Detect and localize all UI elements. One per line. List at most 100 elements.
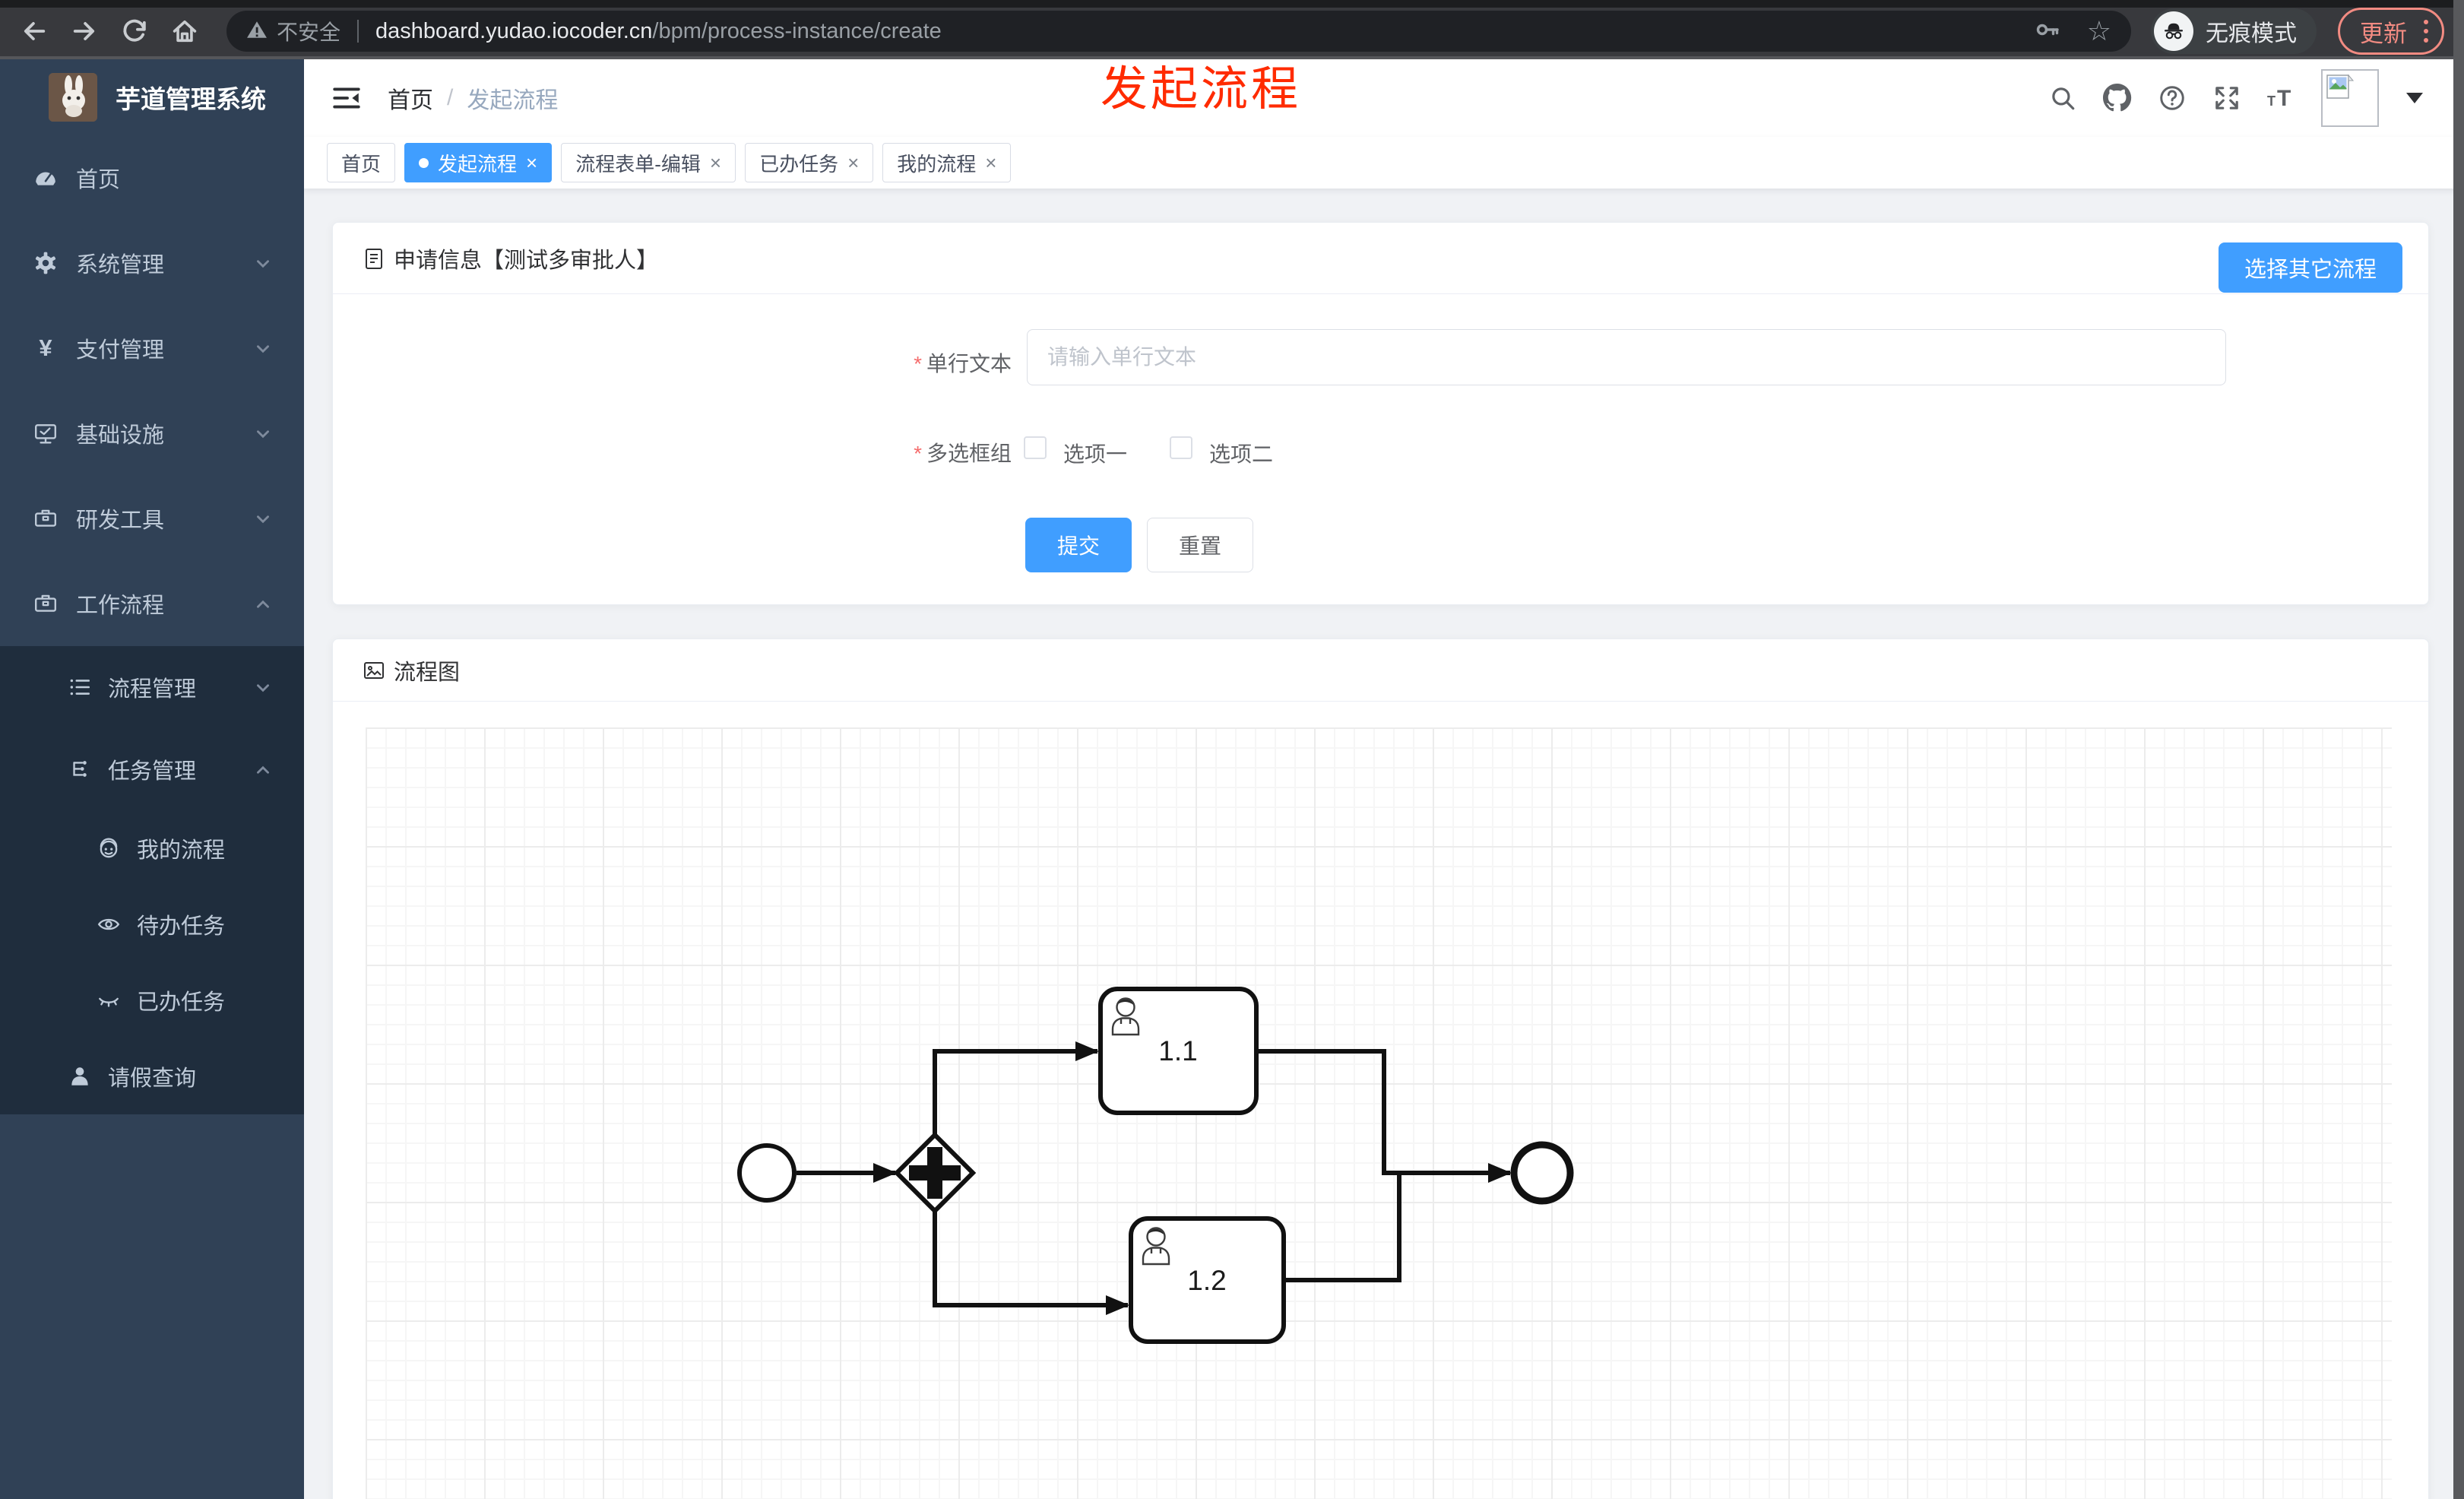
active-dot-icon bbox=[419, 157, 429, 168]
bpmn-canvas[interactable]: 1.1 1.2 bbox=[366, 727, 2392, 1499]
sidebar-item-label: 我的流程 bbox=[137, 838, 226, 863]
tab-label: 流程表单-编辑 bbox=[575, 152, 701, 176]
sidebar-item-todo-tasks[interactable]: 待办任务 bbox=[0, 886, 304, 962]
close-icon[interactable]: × bbox=[526, 153, 537, 173]
workflow-submenu: 流程管理 任务管理 我的流程 待办任务 已办任务 请假查询 bbox=[0, 646, 304, 1114]
url-domain: dashboard.yudao.iocoder.cn bbox=[375, 18, 653, 43]
sidebar-item-done-tasks[interactable]: 已办任务 bbox=[0, 962, 304, 1038]
tab-label: 我的流程 bbox=[897, 152, 977, 176]
font-size-icon[interactable]: TT bbox=[2266, 83, 2297, 113]
breadcrumb-home[interactable]: 首页 bbox=[388, 81, 433, 115]
app-logo-row[interactable]: 芋道管理系统 bbox=[0, 59, 304, 135]
bookmark-star-icon[interactable]: ☆ bbox=[2087, 17, 2111, 45]
flow-task1-to-end bbox=[1256, 1049, 1512, 1183]
sidebar-item-process-mgmt[interactable]: 流程管理 bbox=[0, 646, 304, 728]
flow-card-title: 流程图 bbox=[394, 660, 461, 685]
browser-menu-icon[interactable] bbox=[2421, 17, 2431, 46]
sidebar-item-task-mgmt[interactable]: 任务管理 bbox=[0, 728, 304, 810]
close-icon[interactable]: × bbox=[985, 153, 996, 173]
text-field-label: * 单行文本 bbox=[914, 352, 1012, 376]
browser-tab-strip bbox=[0, 0, 2464, 8]
sidebar-item-label: 工作流程 bbox=[76, 594, 165, 618]
browser-update-button[interactable]: 更新 bbox=[2338, 8, 2444, 55]
sidebar-item-label: 支付管理 bbox=[76, 338, 165, 363]
url-separator bbox=[357, 20, 359, 43]
bpmn-start-event[interactable] bbox=[737, 1143, 797, 1203]
sidebar: 芋道管理系统 首页 系统管理 ¥ 支付管理 基础设施 研发工具 工作流程 流程管… bbox=[0, 59, 304, 1499]
close-icon[interactable]: × bbox=[710, 153, 721, 173]
single-line-text-input[interactable] bbox=[1027, 329, 2226, 385]
sidebar-item-system[interactable]: 系统管理 bbox=[0, 220, 304, 306]
search-icon[interactable] bbox=[2048, 83, 2078, 113]
checkbox-option2[interactable] bbox=[1170, 436, 1192, 459]
breadcrumb-separator: / bbox=[447, 85, 454, 110]
tab-label: 已办任务 bbox=[759, 152, 839, 176]
tags-view: 首页 发起流程 × 流程表单-编辑 × 已办任务 × 我的流程 × bbox=[304, 137, 2464, 189]
tab-process-form-edit[interactable]: 流程表单-编辑 × bbox=[561, 143, 736, 182]
url-text[interactable]: dashboard.yudao.iocoder.cn/bpm/process-i… bbox=[375, 19, 942, 44]
tab-done-tasks[interactable]: 已办任务 × bbox=[745, 143, 874, 182]
home-icon[interactable] bbox=[170, 17, 199, 46]
checkbox-option2-label[interactable]: 选项二 bbox=[1209, 438, 1273, 468]
security-label[interactable]: 不安全 bbox=[277, 16, 340, 46]
reload-icon[interactable] bbox=[120, 17, 149, 46]
sidebar-item-payment[interactable]: ¥ 支付管理 bbox=[0, 306, 304, 391]
tab-home[interactable]: 首页 bbox=[327, 143, 396, 182]
bpmn-end-event[interactable] bbox=[1510, 1141, 1574, 1205]
image-icon bbox=[362, 658, 386, 683]
sidebar-item-devtools[interactable]: 研发工具 bbox=[0, 476, 304, 561]
sidebar-collapse-icon[interactable] bbox=[331, 83, 362, 113]
checkbox-option1-label[interactable]: 选项一 bbox=[1063, 438, 1127, 468]
page-header: 首页 / 发起流程 TT bbox=[304, 59, 2464, 137]
sidebar-item-label: 已办任务 bbox=[137, 990, 226, 1015]
sidebar-item-label: 首页 bbox=[76, 168, 121, 192]
annotation-text: 发起流程 bbox=[1101, 63, 1302, 116]
incognito-badge[interactable]: 无痕模式 bbox=[2151, 8, 2317, 54]
avatar[interactable] bbox=[2321, 69, 2379, 127]
password-key-icon[interactable] bbox=[2035, 18, 2061, 45]
avatar-dropdown-icon[interactable] bbox=[2406, 93, 2423, 103]
sidebar-item-workflow[interactable]: 工作流程 bbox=[0, 561, 304, 646]
forward-icon[interactable] bbox=[70, 17, 99, 46]
screen: 不安全 dashboard.yudao.iocoder.cn/bpm/proce… bbox=[0, 0, 2464, 1499]
help-icon[interactable] bbox=[2157, 83, 2187, 113]
reset-button[interactable]: 重置 bbox=[1147, 518, 1253, 572]
security-warning-icon[interactable] bbox=[246, 20, 268, 43]
gateway-plus-icon bbox=[927, 1147, 942, 1199]
sidebar-item-label: 任务管理 bbox=[108, 759, 197, 784]
sidebar-item-infrastructure[interactable]: 基础设施 bbox=[0, 391, 304, 476]
sidebar-item-label: 研发工具 bbox=[76, 509, 165, 533]
tab-label: 发起流程 bbox=[438, 152, 518, 176]
eye-closed-icon bbox=[96, 987, 122, 1013]
close-icon[interactable]: × bbox=[847, 153, 859, 173]
gear-icon bbox=[32, 249, 59, 277]
person-icon bbox=[67, 1063, 93, 1089]
chevron-down-icon bbox=[254, 254, 272, 272]
tab-start-process[interactable]: 发起流程 × bbox=[404, 143, 553, 182]
choose-other-process-button[interactable]: 选择其它流程 bbox=[2218, 242, 2402, 293]
fullscreen-icon[interactable] bbox=[2212, 83, 2242, 113]
checkbox-option1[interactable] bbox=[1024, 436, 1047, 459]
toolbox-icon bbox=[32, 505, 59, 532]
sidebar-item-leave-query[interactable]: 请假查询 bbox=[0, 1038, 304, 1114]
breadcrumb: 首页 / 发起流程 bbox=[388, 81, 558, 115]
tab-my-process[interactable]: 我的流程 × bbox=[882, 143, 1012, 182]
face-icon bbox=[96, 835, 122, 861]
window-edge bbox=[2453, 0, 2464, 1499]
sidebar-item-label: 流程管理 bbox=[108, 677, 197, 702]
back-icon[interactable] bbox=[20, 17, 49, 46]
sidebar-item-home[interactable]: 首页 bbox=[0, 135, 304, 220]
submit-button[interactable]: 提交 bbox=[1025, 518, 1132, 572]
eye-icon bbox=[96, 911, 122, 937]
github-icon[interactable] bbox=[2102, 83, 2133, 113]
flow-gateway-to-task2 bbox=[933, 1211, 1129, 1315]
sidebar-item-my-process[interactable]: 我的流程 bbox=[0, 810, 304, 886]
dashboard-icon bbox=[32, 164, 59, 192]
apply-card-header: 申请信息【测试多审批人】 bbox=[333, 223, 2428, 294]
monitor-icon bbox=[32, 420, 59, 447]
svg-text:T: T bbox=[2267, 93, 2276, 109]
yen-icon: ¥ bbox=[39, 334, 52, 361]
chevron-down-icon bbox=[254, 509, 272, 528]
breadcrumb-current: 发起流程 bbox=[467, 88, 559, 113]
url-bar[interactable]: 不安全 dashboard.yudao.iocoder.cn/bpm/proce… bbox=[226, 11, 2131, 52]
